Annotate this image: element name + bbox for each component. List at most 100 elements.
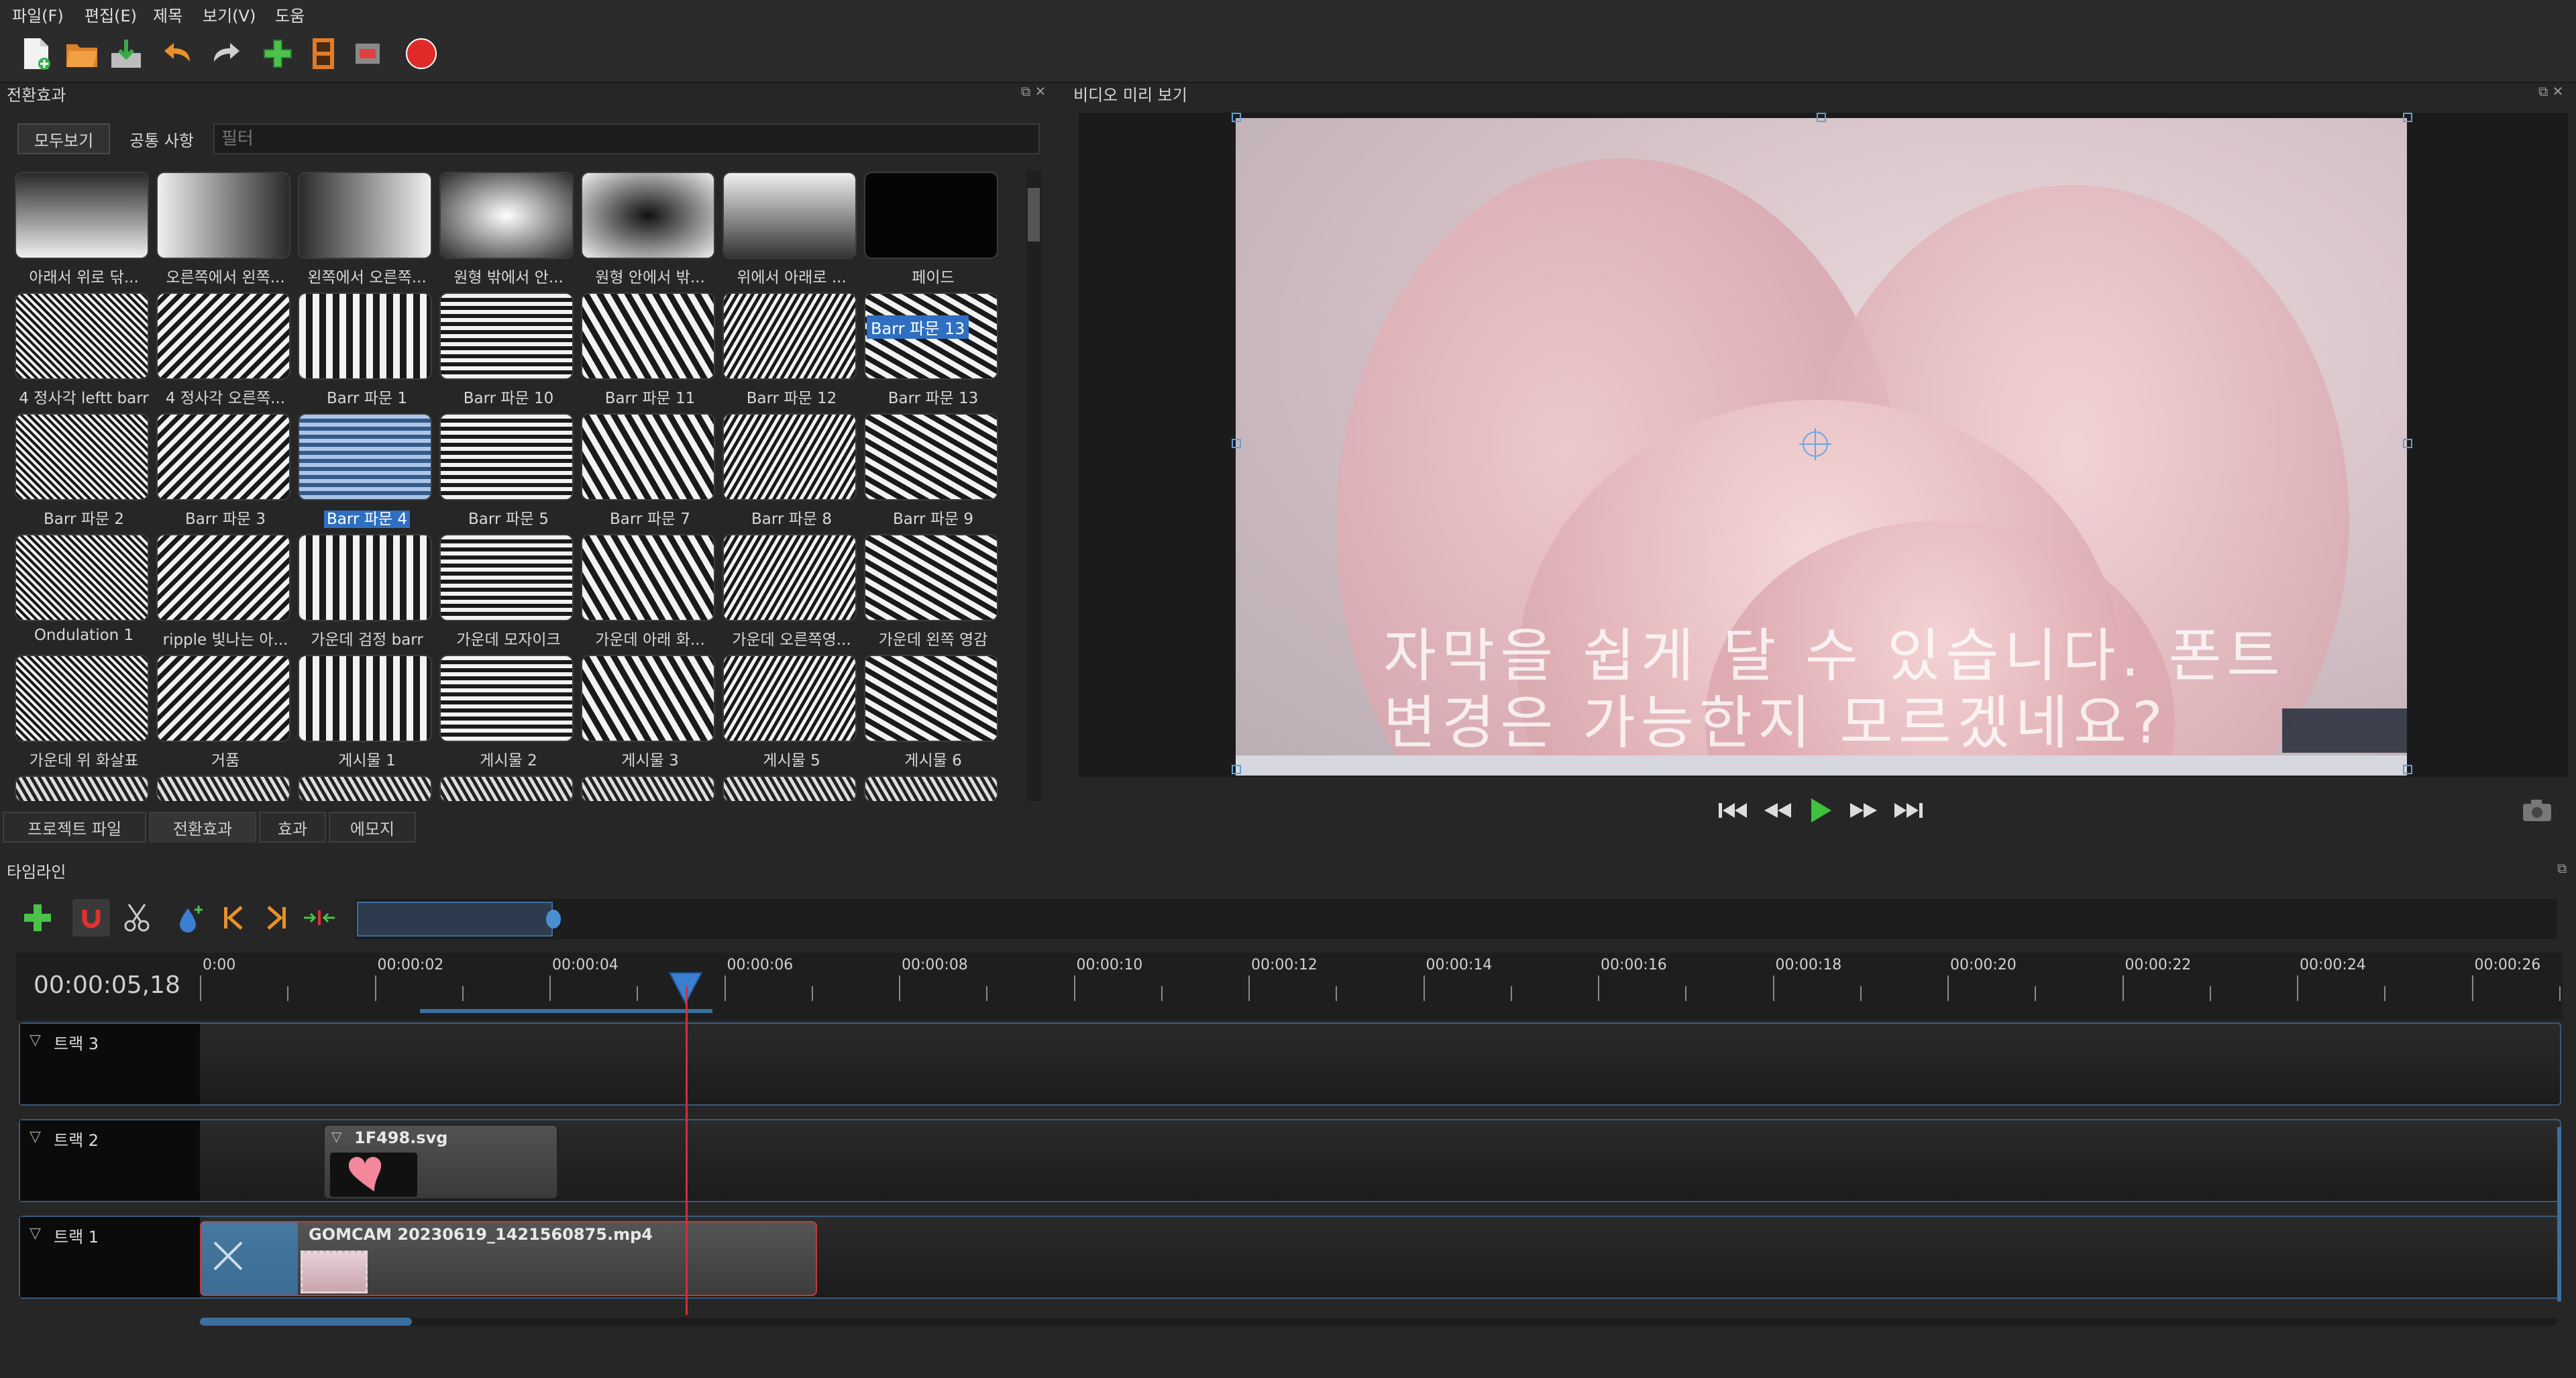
transform-handle[interactable] xyxy=(2403,439,2412,448)
timeline-horizontal-scrollbar[interactable] xyxy=(200,1318,2557,1326)
transition-item[interactable]: 가운데 모자이크 xyxy=(438,533,575,651)
transitions-scrollbar-thumb[interactable] xyxy=(1028,188,1040,242)
transition-thumbnail[interactable] xyxy=(156,776,290,801)
jump-end-icon[interactable] xyxy=(1892,796,1927,825)
transition-item[interactable]: 가운데 아래 화... xyxy=(580,533,716,651)
tab-effects[interactable]: 효과 xyxy=(259,812,326,843)
transition-item[interactable]: 4 정사각 오른쪽... xyxy=(155,291,292,409)
transition-item[interactable]: 가운데 오른쪽영... xyxy=(721,533,858,651)
add-marker-icon[interactable] xyxy=(172,899,209,937)
transition-item[interactable]: 4 정사각 leftt barr xyxy=(13,291,150,409)
timeline-zoom-selection[interactable] xyxy=(357,902,553,937)
rewind-icon[interactable] xyxy=(1760,796,1795,825)
transition-overlay[interactable] xyxy=(201,1222,298,1295)
transition-item[interactable]: 위에서 아래로 ... xyxy=(721,170,858,288)
transition-item[interactable]: 가운데 검정 barr xyxy=(297,533,433,651)
transition-item[interactable]: 오른쪽에서 왼쪽... xyxy=(155,170,292,288)
transition-item[interactable]: 아래서 위로 닦... xyxy=(13,170,150,288)
undo-icon[interactable] xyxy=(160,35,197,72)
redo-icon[interactable] xyxy=(207,35,244,72)
menu-view[interactable]: 보기(V) xyxy=(203,3,256,26)
transition-item[interactable]: Barr 파문 8 xyxy=(721,412,858,530)
transition-thumbnail[interactable] xyxy=(15,776,149,801)
zoom-handle[interactable] xyxy=(546,910,561,929)
transition-item[interactable]: 페이드 xyxy=(863,170,1000,288)
menu-title[interactable]: 제목 xyxy=(153,3,182,26)
transition-item[interactable]: 왼쪽에서 오른쪽... xyxy=(297,170,433,288)
transition-item[interactable]: Barr 파문 10 xyxy=(438,291,575,409)
transition-item[interactable]: 가운데 왼쪽 영감 xyxy=(863,533,1000,651)
transitions-scrollbar[interactable] xyxy=(1026,170,1041,801)
transform-handle[interactable] xyxy=(1232,113,1241,122)
preview-dock-buttons[interactable]: ⧉ ✕ xyxy=(2538,83,2563,99)
transition-item[interactable]: 원형 밖에서 안... xyxy=(438,170,575,288)
track-2[interactable]: ▽ 트랙 2 1F498.svg ▽ xyxy=(19,1119,2561,1202)
track-header[interactable]: ▽ 트랙 2 xyxy=(20,1120,200,1201)
transition-item[interactable]: 거품 xyxy=(155,653,292,772)
import-files-icon[interactable] xyxy=(259,35,297,72)
common-filter-button[interactable]: 공통 사항 xyxy=(115,123,208,154)
track-collapse-icon[interactable]: ▽ xyxy=(30,1225,41,1242)
play-icon[interactable] xyxy=(1803,796,1838,825)
clip-menu-icon[interactable]: ▽ xyxy=(331,1128,341,1145)
transition-thumbnail[interactable] xyxy=(298,776,432,801)
track-1[interactable]: ▽ 트랙 1 GOMCAM 20230619_1421560875.mp4 xyxy=(19,1216,2561,1299)
transition-item[interactable]: Barr 파문 9 xyxy=(863,412,1000,530)
transition-item[interactable]: 게시물 5 xyxy=(721,653,858,772)
timeline-vertical-scrollbar[interactable] xyxy=(2557,1127,2561,1302)
transition-item[interactable]: Barr 파문 4 xyxy=(297,412,433,530)
transform-handle[interactable] xyxy=(2403,765,2412,774)
camera-icon[interactable] xyxy=(2520,796,2555,825)
add-track-icon[interactable] xyxy=(19,899,56,937)
transition-item[interactable]: 원형 안에서 밖... xyxy=(580,170,716,288)
fullscreen-icon[interactable] xyxy=(349,35,386,72)
transform-handle[interactable] xyxy=(1817,113,1826,122)
clip-svg[interactable]: 1F498.svg ▽ xyxy=(323,1124,558,1200)
menu-file[interactable]: 파일(F) xyxy=(12,3,64,26)
snapping-icon[interactable] xyxy=(72,899,110,937)
new-project-icon[interactable] xyxy=(17,35,55,72)
transition-thumbnail[interactable] xyxy=(439,776,574,801)
transition-item[interactable]: Barr 파문 13 xyxy=(863,291,1000,409)
crosshair-icon[interactable] xyxy=(1799,428,1831,460)
next-marker-icon[interactable] xyxy=(258,899,295,937)
fast-forward-icon[interactable] xyxy=(1846,796,1881,825)
track-collapse-icon[interactable]: ▽ xyxy=(30,1128,41,1145)
show-all-button[interactable]: 모두보기 xyxy=(17,123,110,154)
transition-item[interactable]: Ondulation 1 xyxy=(13,533,150,651)
transition-thumbnail[interactable] xyxy=(722,776,857,801)
profile-icon[interactable] xyxy=(305,35,342,72)
track-header[interactable]: ▽ 트랙 1 xyxy=(20,1217,200,1297)
transition-thumbnail[interactable] xyxy=(581,776,715,801)
open-project-icon[interactable] xyxy=(63,35,101,72)
transition-item[interactable]: 게시물 1 xyxy=(297,653,433,772)
track-header[interactable]: ▽ 트랙 3 xyxy=(20,1024,200,1104)
track-collapse-icon[interactable]: ▽ xyxy=(30,1032,41,1049)
transform-handle[interactable] xyxy=(1232,765,1241,774)
transition-item[interactable]: Barr 파문 12 xyxy=(721,291,858,409)
menu-edit[interactable]: 편집(E) xyxy=(85,3,137,26)
export-video-icon[interactable] xyxy=(402,35,440,72)
tab-transitions[interactable]: 전환효과 xyxy=(149,812,256,843)
transition-item[interactable]: 가운데 위 화살표 xyxy=(13,653,150,772)
dock-buttons[interactable]: ⧉ ✕ xyxy=(1021,83,1046,99)
transition-item[interactable]: Barr 파문 7 xyxy=(580,412,716,530)
transition-item[interactable]: Barr 파문 2 xyxy=(13,412,150,530)
tab-project-files[interactable]: 프로젝트 파일 xyxy=(3,812,146,843)
timeline-dock-button[interactable]: ⧉ xyxy=(2557,860,2567,876)
tab-emoji[interactable]: 에모지 xyxy=(329,812,416,843)
timeline-scrollbar-thumb[interactable] xyxy=(200,1318,412,1326)
transition-item[interactable]: 게시물 2 xyxy=(438,653,575,772)
save-project-icon[interactable] xyxy=(107,35,145,72)
razor-icon[interactable] xyxy=(118,899,156,937)
transition-item[interactable]: Barr 파문 11 xyxy=(580,291,716,409)
transition-item[interactable]: Barr 파문 3 xyxy=(155,412,292,530)
clip-video[interactable]: GOMCAM 20230619_1421560875.mp4 xyxy=(200,1221,817,1296)
transition-item[interactable]: Barr 파문 1 xyxy=(297,291,433,409)
jump-start-icon[interactable] xyxy=(1715,796,1750,825)
transitions-filter-input[interactable] xyxy=(213,123,1040,154)
transition-item[interactable]: Barr 파문 5 xyxy=(438,412,575,530)
center-playhead-icon[interactable] xyxy=(301,899,338,937)
transform-handle[interactable] xyxy=(1232,439,1241,448)
previous-marker-icon[interactable] xyxy=(215,899,252,937)
